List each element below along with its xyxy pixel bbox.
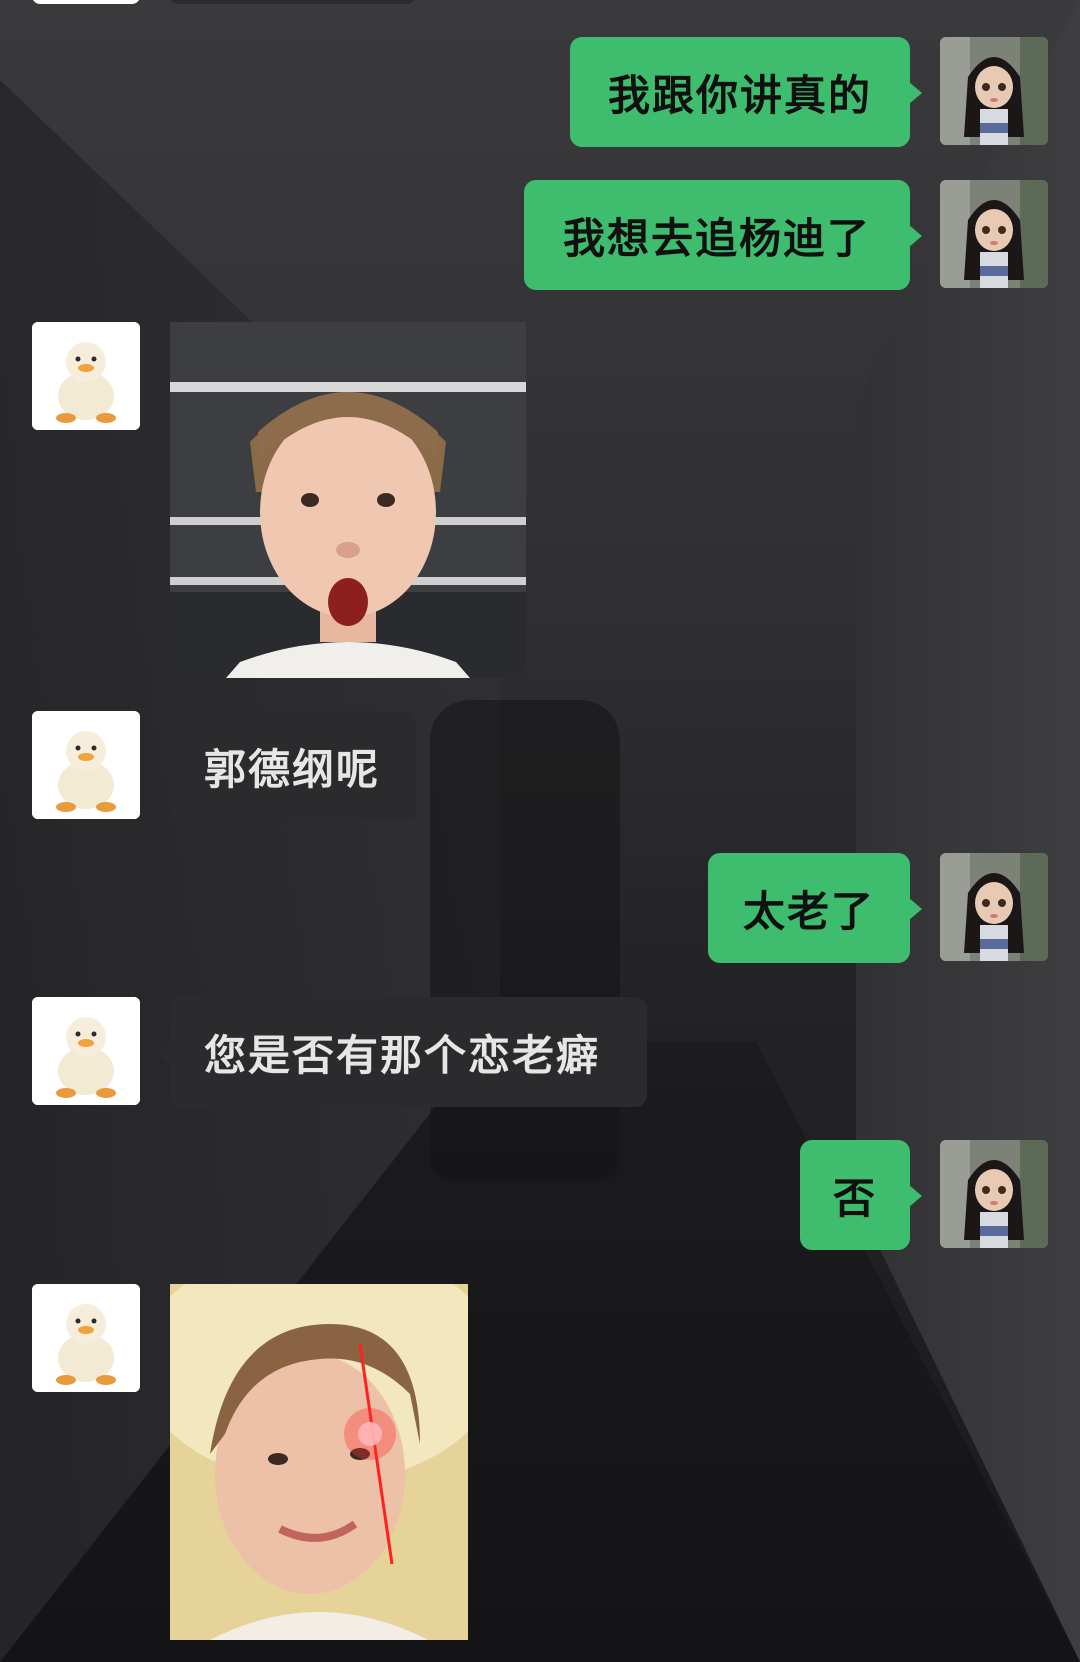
duck-avatar-icon [32, 711, 140, 819]
wallpaper-figure [430, 700, 620, 1180]
message-text: 我想去追杨迪了 [562, 213, 871, 263]
duck-avatar-icon [32, 322, 140, 430]
my-avatar[interactable] [940, 180, 1048, 288]
message-bubble-outgoing[interactable]: 太老了 [708, 853, 922, 963]
message-bubble-outgoing[interactable]: 我想去追杨迪了 [524, 180, 922, 290]
message-bubble-outgoing[interactable]: 否 [800, 1140, 922, 1250]
message-bubble-incoming[interactable]: 您是否有那个恋老癖 [158, 997, 647, 1107]
doll-avatar-icon [940, 1140, 1048, 1248]
doll-avatar-icon [940, 180, 1048, 288]
message-text: 我跟你讲真的 [607, 70, 872, 120]
contact-avatar[interactable] [32, 997, 140, 1105]
contact-avatar[interactable] [32, 322, 140, 430]
my-avatar[interactable] [940, 37, 1048, 145]
contact-avatar[interactable] [32, 711, 140, 819]
message-text: 太老了 [742, 886, 875, 936]
message-text: 您是否有那个恋老癖 [204, 1030, 601, 1080]
previous-avatar-stub [32, 0, 140, 4]
my-avatar[interactable] [940, 1140, 1048, 1248]
doll-avatar-icon [940, 37, 1048, 145]
my-avatar[interactable] [940, 853, 1048, 961]
duck-avatar-icon [32, 1284, 140, 1392]
contact-avatar[interactable] [32, 1284, 140, 1392]
message-text: 郭德纲呢 [204, 744, 381, 794]
surprised-face-photo [170, 322, 526, 678]
previous-bubble-stub [170, 0, 415, 4]
image-message[interactable] [170, 322, 526, 678]
image-message[interactable] [170, 1284, 468, 1640]
glowing-eye-face-photo [170, 1284, 468, 1640]
message-text: 否 [832, 1173, 877, 1223]
doll-avatar-icon [940, 853, 1048, 961]
message-bubble-incoming[interactable]: 郭德纲呢 [158, 711, 417, 821]
message-bubble-outgoing[interactable]: 我跟你讲真的 [570, 37, 922, 147]
duck-avatar-icon [32, 997, 140, 1105]
